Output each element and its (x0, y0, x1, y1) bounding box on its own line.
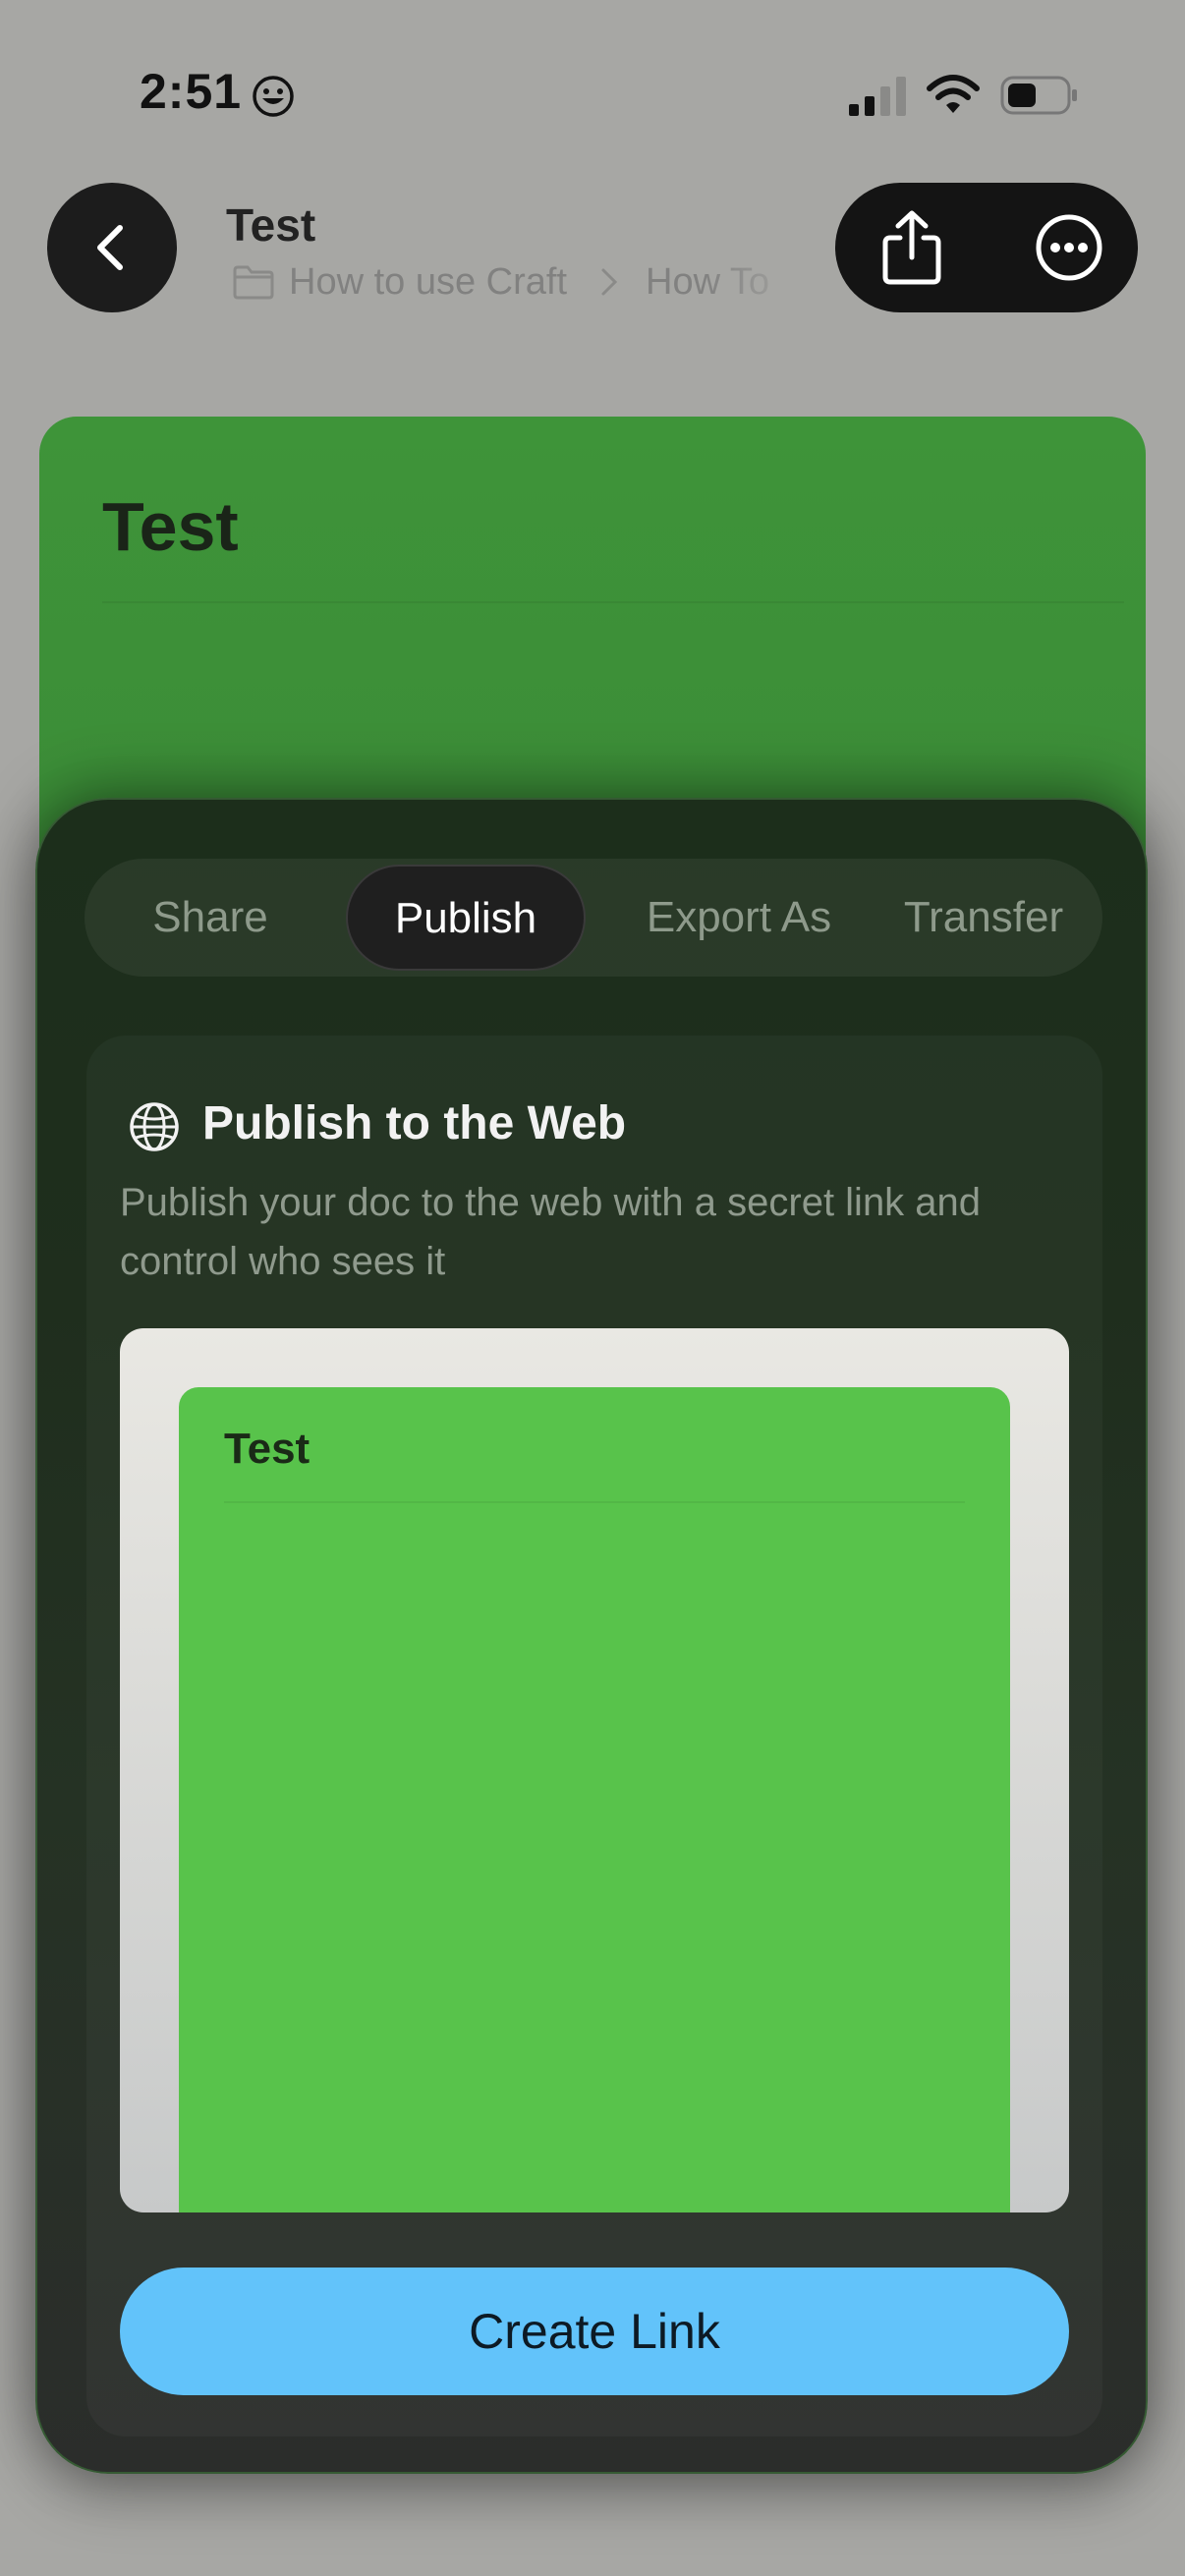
breadcrumb-subfolder[interactable]: How To (646, 261, 769, 304)
folder-icon (233, 265, 274, 300)
web-preview: Test (120, 1328, 1069, 2212)
share-sheet: Share Publish Export As Transfer Publish… (35, 798, 1148, 2474)
cellular-signal-icon (849, 77, 906, 116)
breadcrumb[interactable]: How to use Craft How To (232, 257, 806, 307)
tab-transfer[interactable]: Transfer (880, 859, 1087, 977)
back-button[interactable] (47, 183, 177, 312)
publish-description: Publish your doc to the web with a secre… (120, 1181, 982, 1283)
chevron-left-icon (97, 225, 123, 270)
title-divider (102, 601, 1124, 603)
nav-title: Test (226, 199, 316, 251)
wifi-icon (927, 75, 980, 113)
preview-title: Test (224, 1425, 310, 1473)
tab-publish[interactable]: Publish (346, 865, 586, 971)
more-icon[interactable] (1028, 206, 1110, 289)
tab-share[interactable]: Share (114, 859, 307, 977)
breadcrumb-folder[interactable]: How to use Craft (289, 261, 567, 304)
chevron-right-icon (601, 268, 618, 296)
smiley-icon (253, 76, 294, 117)
preview-page: Test (179, 1387, 1010, 2212)
document-title: Test (102, 488, 239, 565)
share-icon[interactable] (871, 206, 953, 289)
publish-panel: Publish to the Web Publish your doc to t… (86, 1036, 1102, 2436)
create-link-button[interactable]: Create Link (120, 2268, 1069, 2395)
globe-icon (130, 1102, 179, 1151)
tab-export-as[interactable]: Export As (611, 859, 867, 977)
nav-actions (835, 183, 1138, 312)
preview-divider (224, 1501, 965, 1503)
sheet-tabs: Share Publish Export As Transfer (85, 859, 1102, 977)
battery-icon (1000, 76, 1077, 115)
publish-title: Publish to the Web (202, 1097, 627, 1149)
status-time: 2:51 (140, 64, 243, 119)
